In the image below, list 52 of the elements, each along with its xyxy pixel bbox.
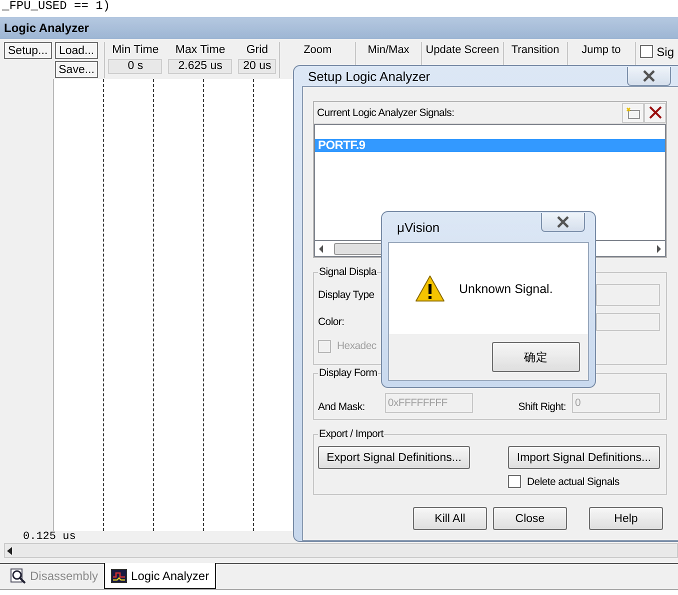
readout-value: 2.625 us <box>168 59 232 74</box>
toolbar-button[interactable]: Load... <box>54 42 98 59</box>
scroll-left-icon[interactable] <box>318 244 324 252</box>
scroll-left-icon[interactable] <box>5 546 15 554</box>
close-icon <box>556 216 570 228</box>
color-field[interactable] <box>596 313 660 331</box>
field-label: Color: <box>318 316 344 328</box>
dialog-button[interactable]: Kill All <box>413 507 487 530</box>
message-text: Unknown Signal. <box>459 282 553 296</box>
panel-title: Logic Analyzer <box>0 17 678 39</box>
import-button[interactable]: Import Signal Definitions... <box>508 446 660 469</box>
ok-button[interactable]: 确定 <box>492 342 580 372</box>
readout-value: 20 us <box>238 59 276 74</box>
display-type-field[interactable] <box>596 284 660 306</box>
close-icon <box>642 70 656 82</box>
field-label: Shift Right: <box>518 401 566 413</box>
group-title: Display Form <box>318 367 378 379</box>
close-button[interactable] <box>627 67 671 86</box>
toolbar-button[interactable]: Save... <box>54 61 98 78</box>
code-line: _FPU_USED == 1) <box>2 0 110 13</box>
checkbox[interactable] <box>640 45 653 58</box>
group-title: Export / Import <box>318 428 384 440</box>
checkbox-label: Sig <box>656 45 674 59</box>
readout-label: Min Time <box>111 43 160 58</box>
panel-tab[interactable]: Logic Analyzer <box>104 563 216 589</box>
delete-signal-button[interactable] <box>644 102 666 122</box>
message-title: μVision <box>396 220 440 234</box>
field-label: And Mask: <box>318 401 365 413</box>
export-button[interactable]: Export Signal Definitions... <box>318 446 470 469</box>
readout-value: 0 s <box>108 59 162 74</box>
checkbox-label: Hexadec <box>337 340 376 352</box>
checkbox-label: Delete actual Signals <box>527 476 620 488</box>
close-button[interactable] <box>541 213 585 232</box>
toolbar-button[interactable]: Setup... <box>4 42 52 59</box>
dialog-button[interactable]: Help <box>589 507 663 530</box>
checkbox[interactable] <box>508 475 521 488</box>
signals-label: Current Logic Analyzer Signals: <box>317 106 456 118</box>
magnifier-icon <box>10 568 26 584</box>
delete-icon <box>648 106 662 119</box>
readout-label: Grid <box>245 43 270 58</box>
scroll-right-icon[interactable] <box>656 244 662 252</box>
new-item-icon <box>626 106 640 118</box>
horizontal-scrollbar[interactable] <box>4 543 678 558</box>
waveform-icon <box>111 568 128 582</box>
group-title: Signal Displa <box>318 266 378 278</box>
readout-label: Max Time <box>174 43 226 58</box>
scroll-thumb[interactable] <box>334 242 384 254</box>
new-signal-button[interactable] <box>622 102 644 122</box>
warning-icon <box>415 275 445 302</box>
field-label: Display Type <box>318 289 374 301</box>
time-label: 0.125 us <box>23 531 76 543</box>
dialog-button[interactable]: Close <box>493 507 567 530</box>
